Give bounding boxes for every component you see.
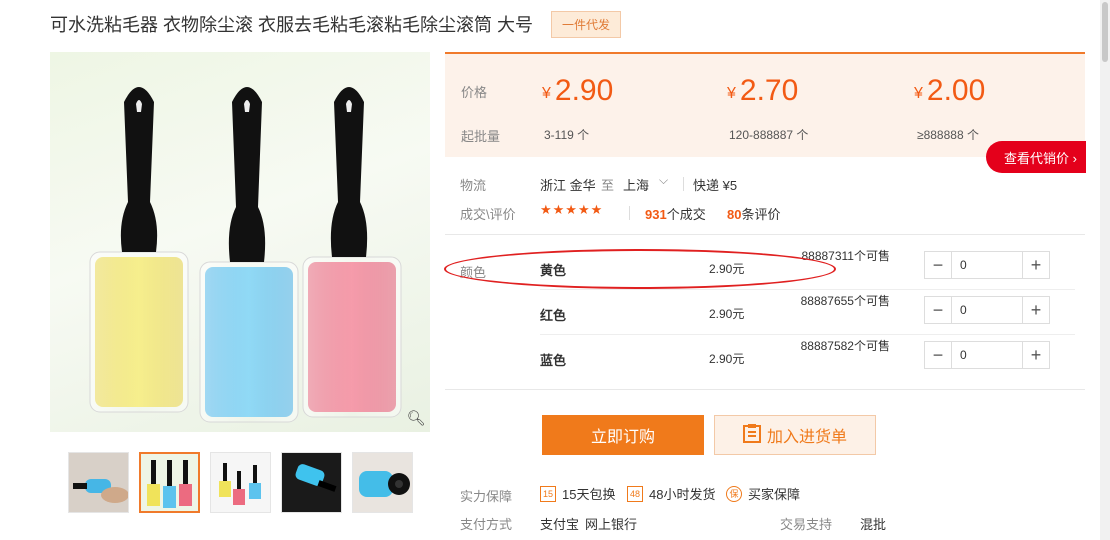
moq-tier-2: 120-888887 个 <box>729 128 809 142</box>
shipping-fee: 快递 ¥5 <box>693 178 738 193</box>
scrollbar[interactable] <box>1100 0 1110 540</box>
section-divider <box>445 234 1085 235</box>
sku-name: 黄色 <box>540 263 567 278</box>
quantity-input[interactable]: 0 <box>951 342 1023 368</box>
scrollbar-thumb[interactable] <box>1102 2 1108 62</box>
quantity-stepper: − 0 + <box>924 296 1050 324</box>
payment-alipay: 支付宝 <box>540 517 580 532</box>
logistics-label: 物流 <box>460 178 487 193</box>
quantity-input[interactable]: 0 <box>951 252 1023 278</box>
chevron-down-icon[interactable]: ⌵ <box>659 173 668 188</box>
thumbnail-5[interactable] <box>352 452 413 513</box>
divider <box>629 206 630 220</box>
sku-stock: 88887311个可售 <box>801 249 890 263</box>
thumbnail-1[interactable] <box>68 452 129 513</box>
ship-from: 浙江 金华 <box>540 178 596 193</box>
sku-price: 2.90元 <box>709 307 745 321</box>
sku-name: 蓝色 <box>540 353 567 368</box>
minus-button[interactable]: − <box>925 252 951 278</box>
quantity-input[interactable]: 0 <box>951 297 1023 323</box>
thumbnail-2-selected[interactable] <box>139 452 200 513</box>
moq-label: 起批量 <box>461 129 501 144</box>
plus-button[interactable]: + <box>1023 252 1049 278</box>
price-tier-3: ¥2.00 <box>914 74 986 107</box>
sku-price: 2.90元 <box>709 262 745 276</box>
guarantee-buyer-protection[interactable]: 保 买家保障 <box>726 484 800 503</box>
plus-button[interactable]: + <box>1023 342 1049 368</box>
price-box: 价格 起批量 ¥2.90 3-119 个 ¥2.70 120-888887 个 … <box>445 52 1085 157</box>
pink-roller <box>302 87 402 418</box>
shipping-clock-icon: 48 <box>627 485 643 502</box>
section-divider <box>445 389 1085 390</box>
plus-button[interactable]: + <box>1023 297 1049 323</box>
sku-stock: 88887582个可售 <box>800 339 890 353</box>
quantity-stepper: − 0 + <box>924 341 1050 369</box>
buy-now-button[interactable]: 立即订购 <box>542 415 704 455</box>
thumbnail-4[interactable] <box>281 452 342 513</box>
ship-to-location[interactable]: 上海 <box>623 175 649 194</box>
payment-label: 支付方式 <box>460 517 513 532</box>
minus-button[interactable]: − <box>925 297 951 323</box>
sku-price: 2.90元 <box>709 352 745 366</box>
price-tier-2: ¥2.70 <box>727 74 799 107</box>
price-tier-1: ¥2.90 <box>542 74 614 107</box>
price-label: 价格 <box>461 85 488 100</box>
sku-row-blue: 蓝色 2.90元 88887582个可售 − 0 + <box>445 335 1085 380</box>
add-to-list-button[interactable]: 加入进货单 <box>714 415 876 455</box>
thumbnail-strip <box>68 452 413 513</box>
quantity-stepper: − 0 + <box>924 251 1050 279</box>
guarantee-15-day-exchange[interactable]: 15 15天包换 <box>540 484 615 503</box>
title-bar: 可水洗粘毛器 衣物除尘滚 衣服去毛粘毛滚粘毛除尘滚筒 大号 一件代发 <box>50 10 622 38</box>
deals-count[interactable]: 931个成交 <box>645 204 706 223</box>
trade-support-value: 混批 <box>860 517 887 532</box>
sku-name: 红色 <box>540 308 567 323</box>
blue-roller <box>199 87 299 423</box>
sku-row-yellow: 黄色 2.90元 88887311个可售 − 0 + <box>445 245 1085 290</box>
thumbnail-3[interactable] <box>210 452 271 513</box>
trade-support-label: 交易支持 <box>780 517 833 532</box>
ship-to-word: 至 <box>601 178 615 193</box>
yellow-roller <box>89 87 189 413</box>
main-product-image[interactable]: 🔍︎ <box>50 52 430 432</box>
reviews-count[interactable]: 80条评价 <box>727 204 780 223</box>
zoom-icon[interactable]: 🔍︎ <box>406 408 426 428</box>
product-title: 可水洗粘毛器 衣物除尘滚 衣服去毛粘毛滚粘毛除尘滚筒 大号 <box>50 15 534 35</box>
shield-icon: 保 <box>726 485 742 502</box>
rating-stars: ★★★★★ <box>540 202 604 217</box>
guarantee-label: 实力保障 <box>460 489 513 504</box>
exchange-icon: 15 <box>540 485 556 502</box>
minus-button[interactable]: − <box>925 342 951 368</box>
agent-price-button[interactable]: 查看代销价 › <box>986 141 1086 173</box>
add-to-list-label: 加入进货单 <box>766 429 847 446</box>
trade-label: 成交\评价 <box>460 207 516 222</box>
moq-tier-1: 3-119 个 <box>544 128 590 142</box>
clipboard-icon <box>742 423 761 448</box>
sku-stock: 88887655个可售 <box>800 294 890 308</box>
product-photo-illustration <box>89 87 402 423</box>
moq-tier-3: ≥888888 个 <box>917 128 979 142</box>
divider <box>683 177 684 191</box>
dropship-tag[interactable]: 一件代发 <box>551 10 622 38</box>
payment-online-bank: 网上银行 <box>585 517 638 532</box>
sku-row-red: 红色 2.90元 88887655个可售 − 0 + <box>445 290 1085 335</box>
guarantee-48h-shipping[interactable]: 48 48小时发货 <box>627 484 715 503</box>
